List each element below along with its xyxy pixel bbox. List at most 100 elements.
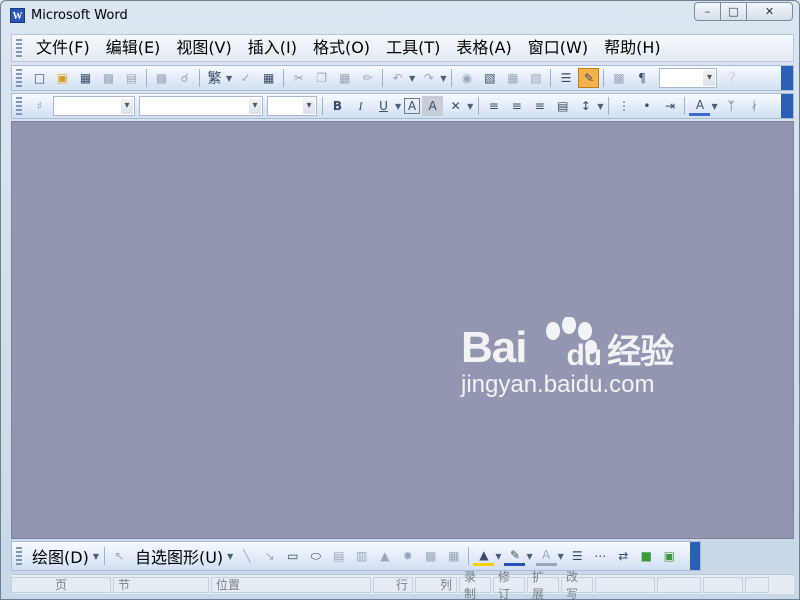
tables-borders-icon[interactable]: ▧ xyxy=(479,68,500,88)
formatting-toolbar-grip[interactable] xyxy=(16,97,22,115)
menu-window[interactable]: 窗口(W) xyxy=(520,36,596,60)
char-shading-button[interactable]: A xyxy=(422,96,444,116)
menu-edit[interactable]: 编辑(E) xyxy=(98,36,169,60)
line-spacing-icon[interactable]: ↕ xyxy=(575,96,596,116)
shadow-icon[interactable]: ■ xyxy=(636,546,657,566)
rectangle-icon[interactable]: ▭ xyxy=(282,546,303,566)
menu-table[interactable]: 表格(A) xyxy=(448,36,519,60)
chevron-down-icon[interactable]: ▼ xyxy=(495,552,501,561)
char-border-button[interactable]: A xyxy=(404,98,421,114)
close-button[interactable]: ✕ xyxy=(747,2,793,21)
distributed-icon[interactable]: ▤ xyxy=(552,96,573,116)
chevron-down-icon[interactable]: ▼ xyxy=(711,102,717,111)
font-color-button[interactable]: A xyxy=(689,96,711,116)
chevron-down-icon[interactable]: ▼ xyxy=(227,552,233,561)
font-color-draw-icon[interactable]: A xyxy=(535,546,557,566)
chevron-down-icon[interactable]: ▼ xyxy=(226,74,232,83)
align-center-icon[interactable]: ≡ xyxy=(506,96,527,116)
chevron-down-icon[interactable]: ▼ xyxy=(440,74,446,83)
print-icon[interactable]: ▩ xyxy=(151,68,172,88)
maximize-button[interactable]: □ xyxy=(721,2,747,21)
print-preview-icon[interactable]: ▤ xyxy=(121,68,142,88)
drawing-toolbar-grip[interactable] xyxy=(16,547,22,565)
minimize-button[interactable]: – xyxy=(694,2,721,21)
menu-tools[interactable]: 工具(T) xyxy=(378,36,448,60)
chevron-down-icon[interactable]: ▼ xyxy=(467,102,473,111)
status-overtype[interactable]: 改写 xyxy=(561,570,593,600)
research-icon[interactable]: ☌ xyxy=(174,68,195,88)
italic-button[interactable]: I xyxy=(350,96,371,116)
text-box-icon[interactable]: ▤ xyxy=(328,546,349,566)
open-icon[interactable]: ▣ xyxy=(52,68,73,88)
insert-table-icon[interactable]: ▦ xyxy=(502,68,523,88)
3d-icon[interactable]: ▣ xyxy=(659,546,680,566)
line-style-icon[interactable]: ☰ xyxy=(567,546,588,566)
arrow-icon[interactable]: ↘ xyxy=(259,546,280,566)
oval-icon[interactable]: ⬭ xyxy=(305,546,326,566)
char-scaling-icon[interactable]: ✕ xyxy=(445,96,466,116)
grow-font-icon[interactable]: ᛉ xyxy=(721,96,742,116)
indent-icon[interactable]: ⇥ xyxy=(659,96,680,116)
status-track[interactable]: 修订 xyxy=(493,570,525,600)
toolbar-options-icon[interactable] xyxy=(781,94,793,118)
underline-button[interactable]: U xyxy=(373,96,394,116)
line-icon[interactable]: ╲ xyxy=(236,546,257,566)
spelling-icon[interactable]: ✓ xyxy=(235,68,256,88)
font-combo[interactable] xyxy=(139,96,263,116)
paste-icon[interactable]: ▦ xyxy=(334,68,355,88)
columns-icon[interactable]: ☰ xyxy=(555,68,576,88)
autoshapes-button[interactable]: 自选图形(U) xyxy=(131,544,227,568)
hyperlink-icon[interactable]: ◉ xyxy=(456,68,477,88)
diagram-icon[interactable]: ✹ xyxy=(397,546,418,566)
word-app-icon[interactable]: W xyxy=(10,8,25,23)
zoom-combo[interactable] xyxy=(659,68,718,88)
arrow-style-icon[interactable]: ⇄ xyxy=(613,546,634,566)
toolbar-options-icon[interactable] xyxy=(690,542,700,570)
traditional-chinese-button[interactable]: 繁 xyxy=(204,68,225,88)
align-left-icon[interactable]: ≡ xyxy=(483,96,504,116)
picture-icon[interactable]: ▦ xyxy=(443,546,464,566)
menu-insert[interactable]: 插入(I) xyxy=(240,36,305,60)
research-books-icon[interactable]: ▦ xyxy=(258,68,279,88)
menubar-grip[interactable] xyxy=(16,39,22,57)
wordart-icon[interactable]: ▲ xyxy=(374,546,395,566)
select-objects-icon[interactable]: ↖ xyxy=(109,546,130,566)
standard-toolbar-grip[interactable] xyxy=(16,69,22,87)
chevron-down-icon[interactable]: ▼ xyxy=(409,74,415,83)
fill-color-icon[interactable]: ▲ xyxy=(473,546,495,566)
insert-excel-icon[interactable]: ▧ xyxy=(525,68,546,88)
font-size-combo[interactable] xyxy=(267,96,317,116)
cut-icon[interactable]: ✂ xyxy=(288,68,309,88)
redo-icon[interactable]: ↷ xyxy=(418,68,439,88)
status-extend[interactable]: 扩展 xyxy=(527,570,559,600)
document-map-icon[interactable]: ▩ xyxy=(608,68,629,88)
chevron-down-icon[interactable]: ▼ xyxy=(597,102,603,111)
numbering-icon[interactable]: ⋮ xyxy=(613,96,634,116)
help-icon[interactable]: ❔ xyxy=(720,68,741,88)
styles-formatting-icon[interactable]: ♯ xyxy=(29,96,50,116)
copy-icon[interactable]: ❐ xyxy=(311,68,332,88)
undo-icon[interactable]: ↶ xyxy=(387,68,408,88)
title-bar[interactable]: W Microsoft Word – □ ✕ xyxy=(1,1,799,31)
align-right-icon[interactable]: ≡ xyxy=(529,96,550,116)
show-hide-icon[interactable]: ¶ xyxy=(631,68,652,88)
chevron-down-icon[interactable]: ▼ xyxy=(558,552,564,561)
bullets-icon[interactable]: • xyxy=(636,96,657,116)
clip-art-icon[interactable]: ▩ xyxy=(420,546,441,566)
permission-icon[interactable]: ▩ xyxy=(98,68,119,88)
document-area[interactable] xyxy=(11,121,794,539)
menu-file[interactable]: 文件(F) xyxy=(28,36,98,60)
menu-view[interactable]: 视图(V) xyxy=(168,36,239,60)
toolbar-options-icon[interactable] xyxy=(781,66,793,90)
new-document-icon[interactable]: □ xyxy=(29,68,50,88)
status-record[interactable]: 录制 xyxy=(459,570,491,600)
line-color-icon[interactable]: ✎ xyxy=(504,546,526,566)
draw-menu-button[interactable]: 绘图(D) xyxy=(28,544,93,568)
bold-button[interactable]: B xyxy=(327,96,348,116)
menu-help[interactable]: 帮助(H) xyxy=(596,36,669,60)
dash-style-icon[interactable]: ⋯ xyxy=(590,546,611,566)
format-painter-icon[interactable]: ✏ xyxy=(357,68,378,88)
chevron-down-icon[interactable]: ▼ xyxy=(526,552,532,561)
menu-format[interactable]: 格式(O) xyxy=(305,36,378,60)
save-icon[interactable]: ▦ xyxy=(75,68,96,88)
